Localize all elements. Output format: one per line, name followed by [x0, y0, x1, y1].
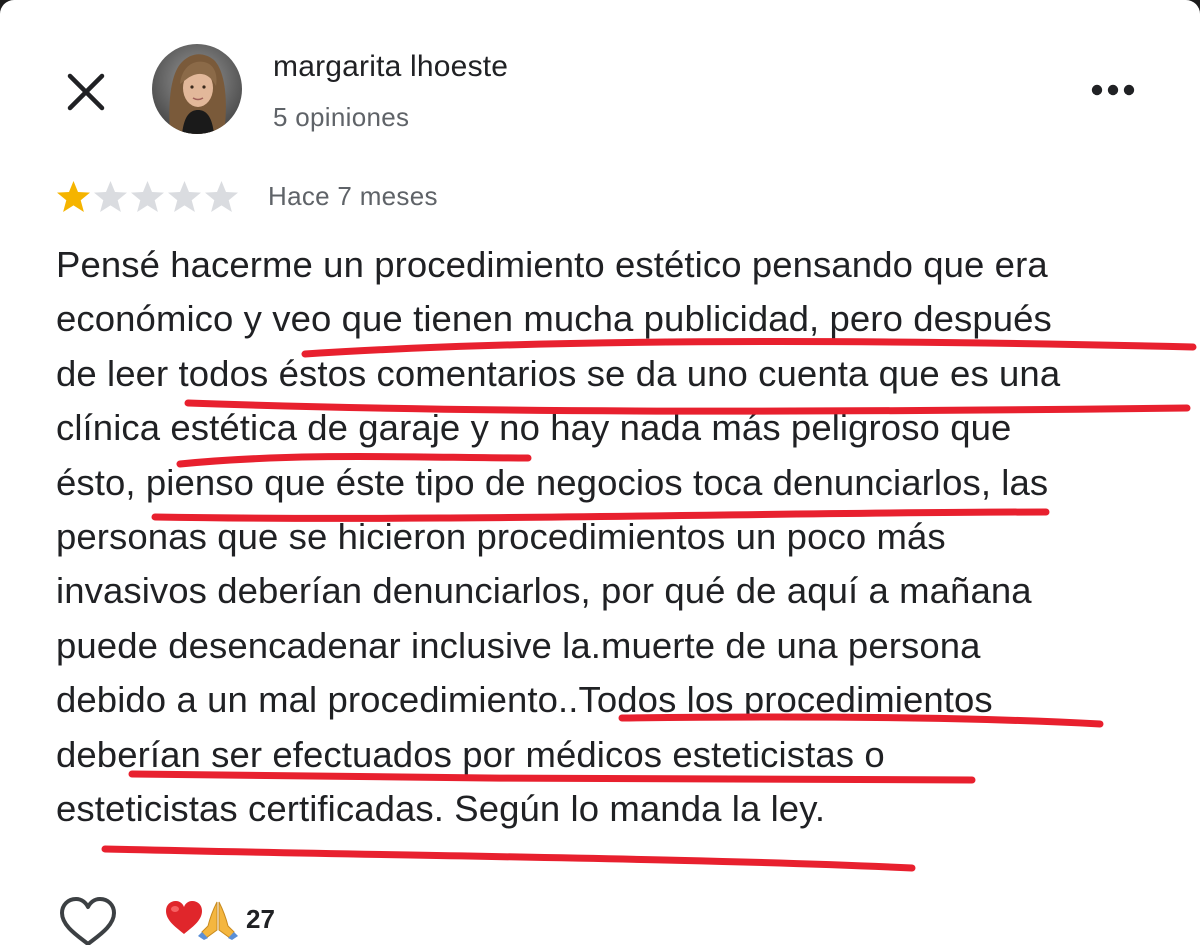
review-text-line: personas que se hicieron procedimientos …: [56, 516, 946, 558]
close-icon: [67, 73, 105, 111]
review-text-line: económico y veo que tienen mucha publici…: [56, 298, 1052, 340]
more-options-button[interactable]: [1083, 70, 1143, 110]
reviewer-name[interactable]: margarita lhoeste: [273, 50, 508, 84]
review-text-line: invasivos deberían denunciarlos, por qué…: [56, 570, 1032, 612]
star-empty-icon: [168, 180, 201, 212]
reviewer-review-count: 5 opiniones: [273, 102, 410, 132]
reaction-count: 27: [246, 903, 275, 934]
reactions-summary[interactable]: 27: [164, 898, 275, 940]
star-empty-icon: [131, 180, 164, 212]
like-button[interactable]: [58, 896, 118, 945]
more-options-icon: [1091, 84, 1135, 96]
review-text-line: deberían ser efectuados por médicos este…: [56, 733, 885, 775]
star-empty-icon: [205, 180, 238, 212]
review-card: margarita lhoeste 5 opiniones Hace 7 mes…: [0, 0, 1200, 945]
review-text-line: puede desencadenar inclusive la.muerte d…: [56, 624, 981, 666]
review-text-line: clínica estética de garaje y no hay nada…: [56, 407, 1012, 449]
star-empty-icon: [94, 180, 127, 212]
review-text-line: ésto, pienso que éste tipo de negocios t…: [56, 461, 1049, 503]
review-time: Hace 7 meses: [268, 181, 438, 211]
review-text-line: debido a un mal procedimiento..Todos los…: [56, 679, 993, 721]
review-text-line: Pensé hacerme un procedimiento estético …: [56, 244, 1048, 285]
review-text-line: esteticistas certificadas. Según lo mand…: [56, 788, 826, 830]
avatar[interactable]: [152, 44, 242, 134]
star-filled-icon: [57, 180, 90, 212]
heart-outline-icon: [60, 897, 116, 945]
review-text-line: de leer todos éstos comentarios se da un…: [56, 352, 1061, 394]
star-rating: [55, 178, 240, 216]
close-button[interactable]: [62, 68, 110, 116]
underline-stroke: [101, 845, 916, 872]
review-text: Pensé hacerme un procedimiento estético …: [56, 238, 1176, 836]
praying-hands-emoji-icon: [198, 901, 238, 940]
